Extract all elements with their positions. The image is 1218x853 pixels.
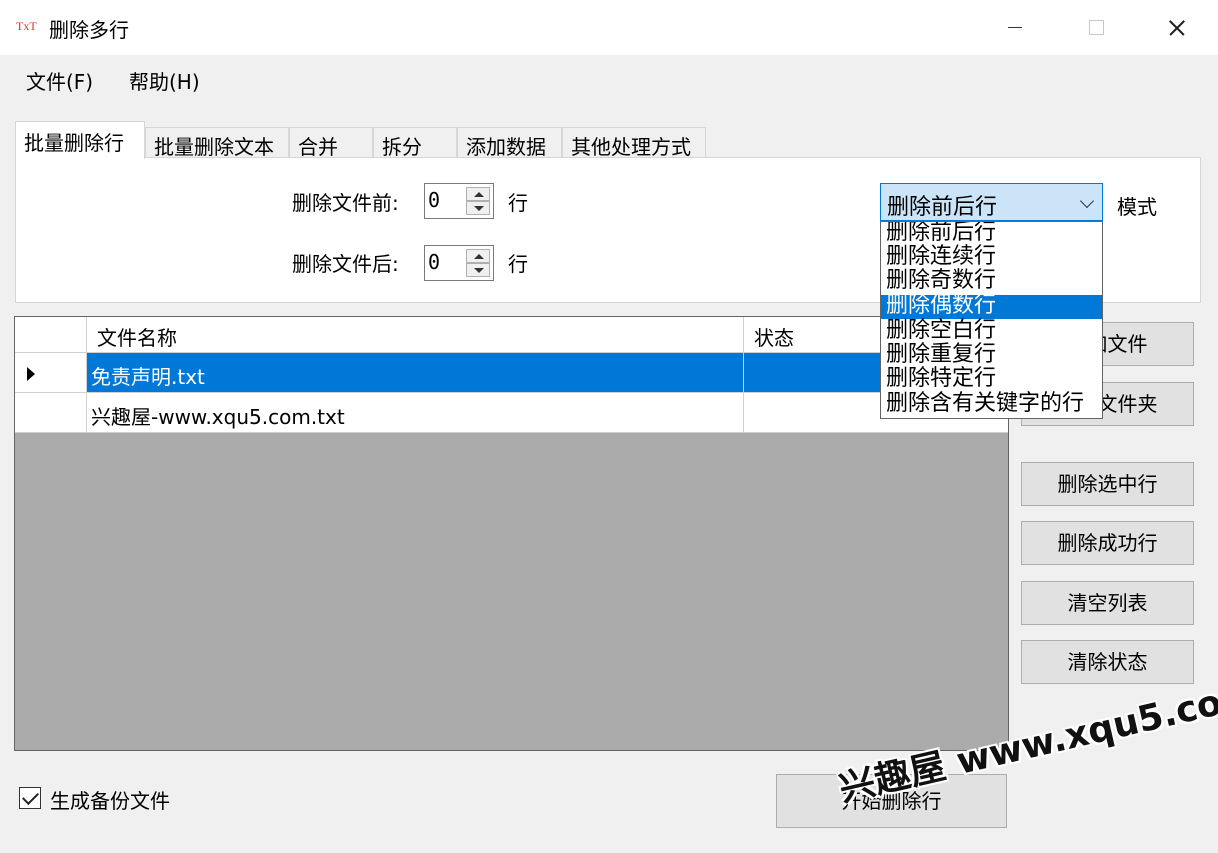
row-header-corner: [15, 317, 87, 352]
app-icon: TxT: [16, 19, 37, 33]
tab-batch-delete-text[interactable]: 批量删除文本: [145, 127, 289, 159]
before-up-arrow-icon[interactable]: [466, 187, 490, 201]
column-header-status-label: 状态: [754, 326, 794, 350]
before-lines-value[interactable]: 0: [428, 188, 440, 212]
tab-other-methods[interactable]: 其他处理方式: [562, 127, 706, 159]
table-header: 文件名称 状态: [15, 317, 1008, 353]
tab-merge[interactable]: 合并: [289, 127, 373, 159]
menu-help[interactable]: 帮助(H): [129, 66, 200, 95]
backup-checkbox[interactable]: [19, 787, 41, 809]
file-name-cell[interactable]: 兴趣屋-www.xqu5.com.txt: [87, 393, 744, 432]
column-header-name[interactable]: 文件名称: [87, 317, 744, 352]
after-down-arrow-icon[interactable]: [466, 263, 490, 277]
menu-bar: 文件(F) 帮助(H): [0, 55, 1218, 100]
mode-option[interactable]: 删除空白行: [881, 320, 1102, 344]
row-header[interactable]: [15, 393, 87, 432]
current-row-arrow-icon: [27, 367, 35, 381]
after-label: 删除文件后:: [292, 252, 399, 276]
mode-dropdown-list: 删除前后行 删除连续行 删除奇数行 删除偶数行 删除空白行 删除重复行 删除特定…: [880, 221, 1103, 419]
row-header[interactable]: [15, 353, 87, 392]
window-title: 删除多行: [49, 18, 129, 42]
mode-select[interactable]: 删除前后行: [880, 183, 1103, 221]
tab-split[interactable]: 拆分: [373, 127, 457, 159]
before-down-arrow-icon[interactable]: [466, 201, 490, 215]
maximize-button[interactable]: [1065, 0, 1125, 55]
clear-status-button[interactable]: 清除状态: [1021, 640, 1194, 684]
tab-batch-delete-lines[interactable]: 批量删除行: [15, 121, 145, 159]
mode-option[interactable]: 删除连续行: [881, 246, 1102, 270]
mode-option[interactable]: 删除偶数行: [881, 295, 1102, 319]
mode-label: 模式: [1117, 195, 1157, 219]
before-label: 删除文件前:: [292, 191, 399, 215]
mode-option[interactable]: 删除特定行: [881, 368, 1102, 392]
after-up-arrow-icon[interactable]: [466, 249, 490, 263]
backup-label: 生成备份文件: [50, 789, 170, 813]
table-row[interactable]: 免责声明.txt: [15, 353, 1008, 393]
clear-list-button[interactable]: 清空列表: [1021, 581, 1194, 625]
after-unit-label: 行: [508, 252, 528, 276]
after-lines-value[interactable]: 0: [428, 250, 440, 274]
file-name-text: 免责声明.txt: [91, 365, 205, 389]
file-name-text: 兴趣屋-www.xqu5.com.txt: [91, 405, 345, 429]
title-bar: TxT 删除多行: [0, 0, 1218, 55]
chevron-down-icon: [1079, 193, 1095, 209]
column-header-name-label: 文件名称: [97, 326, 177, 350]
file-table[interactable]: 文件名称 状态 免责声明.txt 兴趣屋-www.xqu5.com.txt: [14, 316, 1009, 751]
mode-option[interactable]: 删除奇数行: [881, 270, 1102, 294]
after-lines-stepper[interactable]: 0: [424, 245, 494, 281]
mode-select-value: 删除前后行: [887, 195, 998, 220]
table-row[interactable]: 兴趣屋-www.xqu5.com.txt: [15, 393, 1008, 433]
minimize-button[interactable]: [985, 0, 1045, 55]
delete-success-button[interactable]: 删除成功行: [1021, 521, 1194, 565]
mode-option[interactable]: 删除含有关键字的行: [881, 393, 1102, 417]
before-lines-stepper[interactable]: 0: [424, 183, 494, 219]
file-name-cell[interactable]: 免责声明.txt: [87, 353, 744, 392]
close-button[interactable]: [1145, 0, 1205, 55]
delete-selected-button[interactable]: 删除选中行: [1021, 462, 1194, 506]
mode-option[interactable]: 删除前后行: [881, 222, 1102, 246]
mode-option[interactable]: 删除重复行: [881, 344, 1102, 368]
menu-file[interactable]: 文件(F): [26, 66, 93, 95]
before-unit-label: 行: [508, 191, 528, 215]
tab-add-data[interactable]: 添加数据: [457, 127, 562, 159]
